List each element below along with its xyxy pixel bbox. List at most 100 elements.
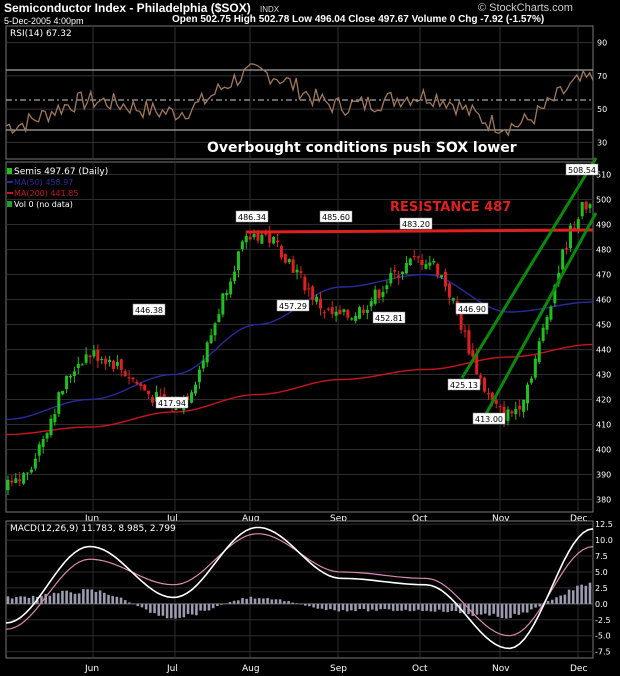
callout-label: 485.60 [322,213,350,222]
rsi-panel: RSI(14) 67.32 Overbought conditions push… [5,25,607,160]
macd-hist-bar [61,590,64,604]
candle-body [18,479,22,482]
candle-body [295,269,299,273]
price-tick-label: 470 [596,271,611,280]
candle-body [143,384,147,391]
candle-body [135,381,139,384]
macd-hist-bar [115,596,119,604]
macd-hist-bar [446,603,449,613]
macd-hist-bar [19,596,22,604]
macd-hist-bar [182,603,186,618]
macd-hist-bar [303,603,307,606]
candle-body [588,204,592,209]
candle-body [350,318,354,320]
macd-month-label: Dec [570,664,587,674]
candle-body [369,301,373,307]
candle-body [514,409,518,415]
legend-swatch-semis [7,168,12,174]
resistance-label: RESISTANCE 487 [390,200,511,215]
macd-hist-bar [15,596,18,604]
candle-body [291,259,295,273]
macd-hist-bar [534,603,537,608]
candle-body [561,249,565,270]
candle-body [88,355,92,358]
candle-body [580,202,584,217]
macd-tick-label: 2.5 [595,584,608,593]
price-tick-label: 380 [596,496,611,505]
macd-hist-bar [274,599,278,604]
candle-body [389,272,393,284]
candle-body [506,409,510,421]
macd-hist-bar [500,603,504,619]
candle-body [479,375,483,379]
macd-hist-bar [525,603,529,613]
legend-ma200: MA(200) 441.85 [14,189,78,198]
candle-body [576,219,580,230]
candle-body [209,335,213,344]
rsi-tick-label: 70 [597,72,607,81]
candle-body [147,390,151,395]
candle-body [358,307,362,319]
candle-body [119,359,123,370]
macd-hist-bar [312,603,315,608]
candle-body [201,360,205,369]
candle-body [420,260,424,266]
candle-body [205,342,209,363]
candle-body [45,433,49,439]
macd-hist-bar [98,590,102,604]
price-tick-label: 450 [596,321,611,330]
macd-hist-bar [27,597,31,604]
macd-hist-bar [563,594,567,604]
candle-body [443,271,447,287]
macd-hist-bar [278,599,282,604]
macd-hist-bar [408,603,412,612]
macd-hist-bar [333,603,336,611]
macd-hist-bar [484,603,487,614]
macd-hist-bar [178,603,181,618]
macd-hist-bar [567,589,571,604]
candle-body [26,472,30,474]
candle-body [467,330,471,354]
macd-hist-bar [94,591,98,604]
macd-hist-bar [186,603,190,615]
macd-hist-bar [530,603,533,610]
chart-canvas: RSI(14) 67.32 Overbought conditions push… [5,25,613,674]
macd-hist-bar [383,603,387,609]
candle-body [221,293,225,315]
candle-body [432,261,436,263]
price-tick-label: 500 [596,196,611,205]
macd-month-label: Oct [412,664,428,674]
macd-hist-bar [291,602,295,604]
macd-hist-bar [6,596,10,604]
candle-body [6,479,10,491]
macd-hist-bar [119,597,123,604]
macd-tick-label: 7.5 [595,552,608,561]
candle-body [123,371,127,377]
macd-month-label: Sep [330,664,347,674]
candle-body [416,256,420,258]
candle-body [494,400,498,404]
macd-hist-bar [517,603,521,615]
candle-body [330,307,334,315]
price-tick-label: 460 [596,296,611,305]
macd-tick-label: -5.0 [595,632,611,641]
callout-label: 413.00 [475,415,503,424]
macd-frame [5,520,594,659]
rsi-tick-label: 50 [597,105,607,114]
candle-body [193,384,197,394]
macd-hist-bar [559,595,562,604]
candle-body [529,378,533,383]
candle-body [381,291,385,297]
candle-body [311,286,315,301]
macd-hist-bar [341,603,345,611]
macd-hist-bar [329,603,332,610]
macd-tick-label: 12.5 [595,520,613,529]
macd-hist-bar [287,601,290,604]
candle-body [96,349,100,361]
candle-body [584,201,588,210]
macd-hist-bar [479,603,483,615]
candle-body [303,276,307,291]
candle-body [346,309,350,318]
candle-body [408,258,412,266]
candle-body [483,377,487,392]
